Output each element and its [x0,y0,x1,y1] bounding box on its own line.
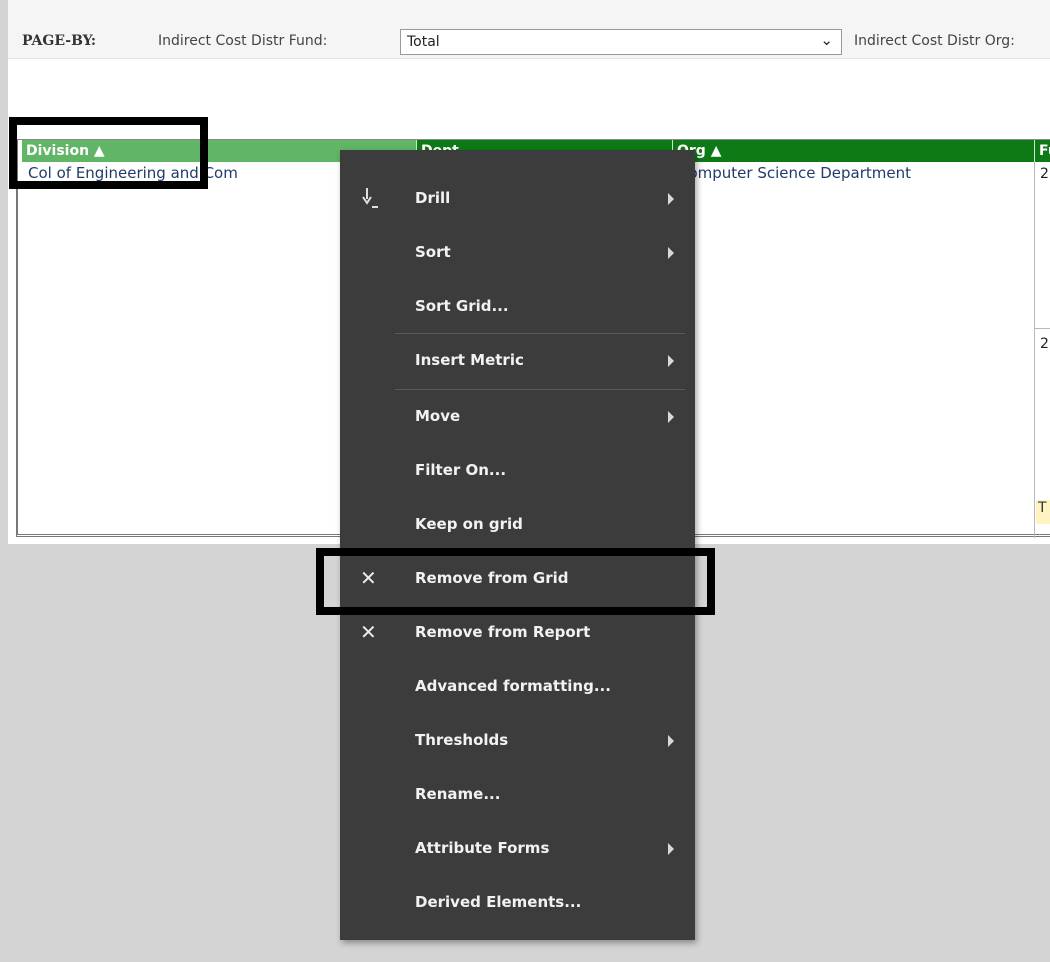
indirect-cost-fund-select[interactable]: Total ⌄ [400,29,842,55]
chevron-down-icon: ⌄ [820,31,833,49]
menu-item-label: Remove from Report [415,623,591,641]
menu-item-sort-grid[interactable]: Sort Grid... [340,281,695,335]
menu-item-label: Drill [415,189,451,207]
menu-item-label: Attribute Forms [415,839,550,857]
menu-item-insert-metric[interactable]: Insert Metric [340,335,695,389]
menu-item-label: Thresholds [415,731,509,749]
column-header-org[interactable]: Org ▲ [672,140,1034,162]
fund-select-value: Total [407,34,440,50]
menu-item-label: Derived Elements... [415,893,582,911]
submenu-arrow-icon [668,355,674,367]
menu-item-move[interactable]: Move [340,391,695,445]
menu-item-label: Keep on grid [415,515,523,533]
indirect-cost-org-label: Indirect Cost Distr Org: [854,33,1015,49]
menu-item-attribute-forms[interactable]: Attribute Forms [340,823,695,877]
menu-item-rename[interactable]: Rename... [340,769,695,823]
menu-separator [395,389,685,390]
menu-item-label: Advanced formatting... [415,677,611,695]
indirect-cost-fund-label: Indirect Cost Distr Fund: [158,33,328,49]
column-header-fund[interactable]: Fu [1034,140,1050,162]
menu-item-label: Sort Grid... [415,297,509,315]
org-cell[interactable]: Computer Science Department [678,164,1028,182]
row-divider [1034,328,1050,329]
remove-from-grid-highlight [316,548,715,615]
column-divider [1034,162,1035,538]
submenu-arrow-icon [668,411,674,423]
menu-item-filter-on[interactable]: Filter On... [340,445,695,499]
submenu-arrow-icon [668,843,674,855]
drill-icon [362,188,378,208]
context-menu: Drill Sort Sort Grid... Insert Metric Mo… [340,150,695,940]
submenu-arrow-icon [668,247,674,259]
submenu-arrow-icon [668,735,674,747]
menu-item-keep-on-grid[interactable]: Keep on grid [340,499,695,553]
menu-item-remove-from-report[interactable]: ✕ Remove from Report [340,607,695,661]
menu-item-label: Sort [415,243,451,261]
total-cell: T [1036,500,1050,524]
menu-item-sort[interactable]: Sort [340,227,695,281]
close-icon: ✕ [360,620,377,644]
page-by-bar: PAGE-BY: Indirect Cost Distr Fund: Total… [8,0,1050,59]
menu-item-derived-elements[interactable]: Derived Elements... [340,877,695,931]
menu-item-label: Insert Metric [415,351,524,369]
menu-item-label: Rename... [415,785,501,803]
menu-item-thresholds[interactable]: Thresholds [340,715,695,769]
menu-separator [395,333,685,334]
page-by-label: PAGE-BY: [22,33,97,49]
menu-item-label: Filter On... [415,461,507,479]
menu-item-drill[interactable]: Drill [340,173,695,227]
division-header-highlight [9,117,208,189]
menu-item-label: Move [415,407,461,425]
fund-cell: 2 [1040,166,1049,182]
fund-cell: 2 [1040,336,1049,352]
submenu-arrow-icon [668,193,674,205]
menu-item-advanced-formatting[interactable]: Advanced formatting... [340,661,695,715]
